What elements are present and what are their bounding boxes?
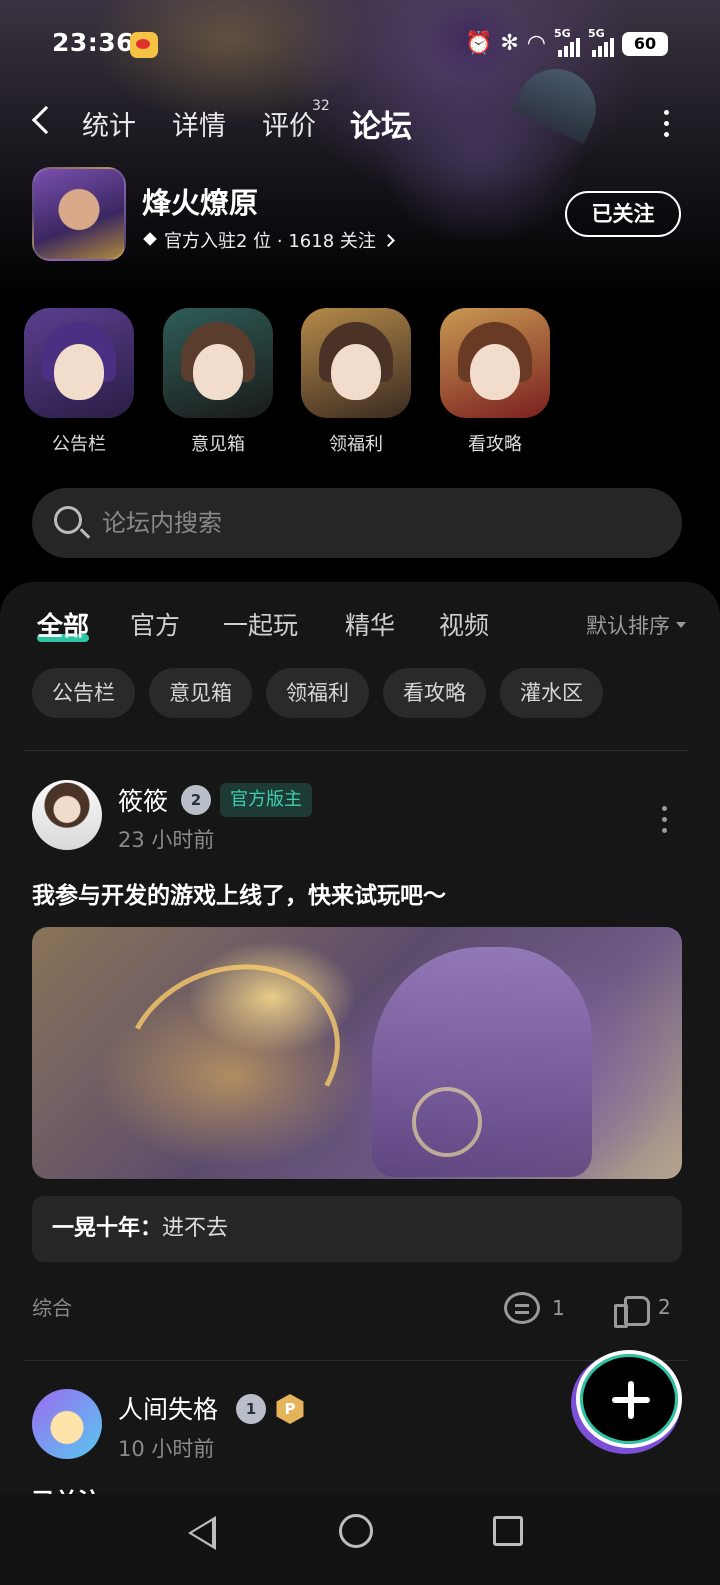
status-icons: ⏰ ✻ ◠ 5G 5G 60: [464, 27, 668, 58]
quick-entry-label: 领福利: [329, 434, 383, 455]
image-swirl: [97, 934, 367, 1179]
like-count: 2: [658, 1295, 671, 1319]
new-post-button[interactable]: [576, 1350, 682, 1448]
game-meta[interactable]: 官方入驻2 位 · 1618 关注: [142, 227, 395, 253]
image-yin-yang: [412, 1087, 482, 1157]
comment-text: 进不去: [162, 1216, 229, 1241]
post-time: 23 小时前: [118, 828, 215, 852]
system-back-icon[interactable]: [188, 1516, 216, 1550]
thumbs-up-icon: [614, 1292, 650, 1328]
forum-tab-all[interactable]: 全部: [37, 606, 89, 643]
post-author[interactable]: 筱筱: [118, 782, 168, 818]
wifi-icon: ◠: [526, 31, 546, 56]
forum-tab-play-together[interactable]: 一起玩: [223, 606, 298, 642]
post-category[interactable]: 综合: [32, 1292, 72, 1321]
diamond-icon: [142, 233, 158, 247]
more-options-icon[interactable]: [664, 110, 670, 138]
author-avatar[interactable]: [32, 1389, 102, 1459]
image-robe: [372, 947, 592, 1177]
system-recents-icon[interactable]: [493, 1516, 523, 1546]
post-more-icon[interactable]: [662, 806, 668, 839]
section-chips: 公告栏 意见箱 领福利 看攻略 灌水区: [32, 668, 603, 718]
author-avatar[interactable]: [32, 780, 102, 850]
weibo-notification-icon: [130, 32, 158, 58]
post-time: 10 小时前: [118, 1437, 215, 1461]
like-button[interactable]: 2: [614, 1292, 671, 1328]
quick-entry-label: 意见箱: [191, 434, 245, 455]
official-moderator-badge: 官方版主: [220, 783, 312, 817]
post-author[interactable]: 人间失格: [118, 1390, 218, 1426]
rewards-avatar: [301, 308, 411, 418]
divider: [24, 750, 688, 751]
level-badge: 1: [236, 1394, 266, 1424]
comment-button[interactable]: 1: [504, 1292, 565, 1324]
quick-entry-label: 看攻略: [468, 434, 522, 455]
top-comment[interactable]: 一晃十年：进不去: [32, 1196, 682, 1262]
fan-icon: ✻: [500, 31, 519, 56]
post-title[interactable]: 我参与开发的游戏上线了，快来试玩吧～: [32, 876, 446, 910]
alarm-icon: ⏰: [464, 31, 493, 56]
chip-chat[interactable]: 灌水区: [500, 668, 603, 718]
reviews-count-badge: 32: [312, 98, 330, 114]
battery-icon: 60: [622, 32, 668, 56]
caret-down-icon: [676, 622, 686, 628]
chevron-right-icon: [382, 233, 395, 247]
chip-guides[interactable]: 看攻略: [383, 668, 486, 718]
network-type-1: 5G: [554, 27, 571, 40]
forum-search-bar[interactable]: [32, 488, 682, 558]
forum-tab-official[interactable]: 官方: [130, 606, 180, 642]
search-input[interactable]: [102, 488, 662, 558]
back-icon[interactable]: [31, 105, 61, 135]
forum-tab-video[interactable]: 视频: [439, 606, 489, 642]
divider: [24, 1360, 688, 1361]
post-footer: 综合 1 2: [32, 1292, 682, 1332]
tab-stats[interactable]: 统计: [82, 104, 136, 143]
signal-icon-1: 5G: [554, 27, 580, 57]
quick-entry-announcements[interactable]: 公告栏: [24, 308, 134, 456]
clock: 23:36: [52, 28, 135, 57]
tab-forum[interactable]: 论坛: [350, 101, 412, 146]
level-badge: 2: [181, 785, 211, 815]
comment-icon: [504, 1292, 540, 1324]
network-type-2: 5G: [588, 27, 605, 40]
system-nav-bar: [0, 1494, 720, 1585]
follow-button[interactable]: 已关注: [565, 191, 681, 237]
system-home-icon[interactable]: [339, 1514, 373, 1548]
forum-tab-featured[interactable]: 精华: [345, 606, 395, 642]
quick-entry-feedback[interactable]: 意见箱: [163, 308, 273, 456]
feedback-avatar: [163, 308, 273, 418]
chip-rewards[interactable]: 领福利: [266, 668, 369, 718]
chip-feedback[interactable]: 意见箱: [149, 668, 252, 718]
comment-author: 一晃十年：: [52, 1216, 163, 1241]
sort-dropdown[interactable]: 默认排序: [586, 610, 686, 640]
announcements-avatar: [24, 308, 134, 418]
quick-entry-guides[interactable]: 看攻略: [440, 308, 550, 456]
quick-entry-label: 公告栏: [52, 434, 106, 455]
quick-entries: 公告栏 意见箱 领福利 看攻略: [0, 308, 720, 458]
tab-details[interactable]: 详情: [172, 104, 226, 143]
game-meta-text: 官方入驻2 位 · 1618 关注: [164, 231, 376, 252]
achievement-badge: P: [276, 1394, 304, 1424]
guides-avatar: [440, 308, 550, 418]
chip-announcements[interactable]: 公告栏: [32, 668, 135, 718]
tab-reviews[interactable]: 评价: [262, 104, 316, 143]
comment-count: 1: [552, 1296, 565, 1320]
sort-label: 默认排序: [586, 614, 670, 638]
status-bar: 23:36 ⏰ ✻ ◠ 5G 5G 60: [0, 27, 720, 64]
game-title: 烽火燎原: [142, 186, 259, 220]
game-logo[interactable]: [32, 167, 126, 261]
search-icon: [54, 506, 82, 534]
top-nav: 统计 详情 评价 32 论坛: [0, 98, 720, 148]
quick-entry-rewards[interactable]: 领福利: [301, 308, 411, 456]
post-image[interactable]: [32, 927, 682, 1179]
signal-icon-2: 5G: [588, 27, 614, 57]
